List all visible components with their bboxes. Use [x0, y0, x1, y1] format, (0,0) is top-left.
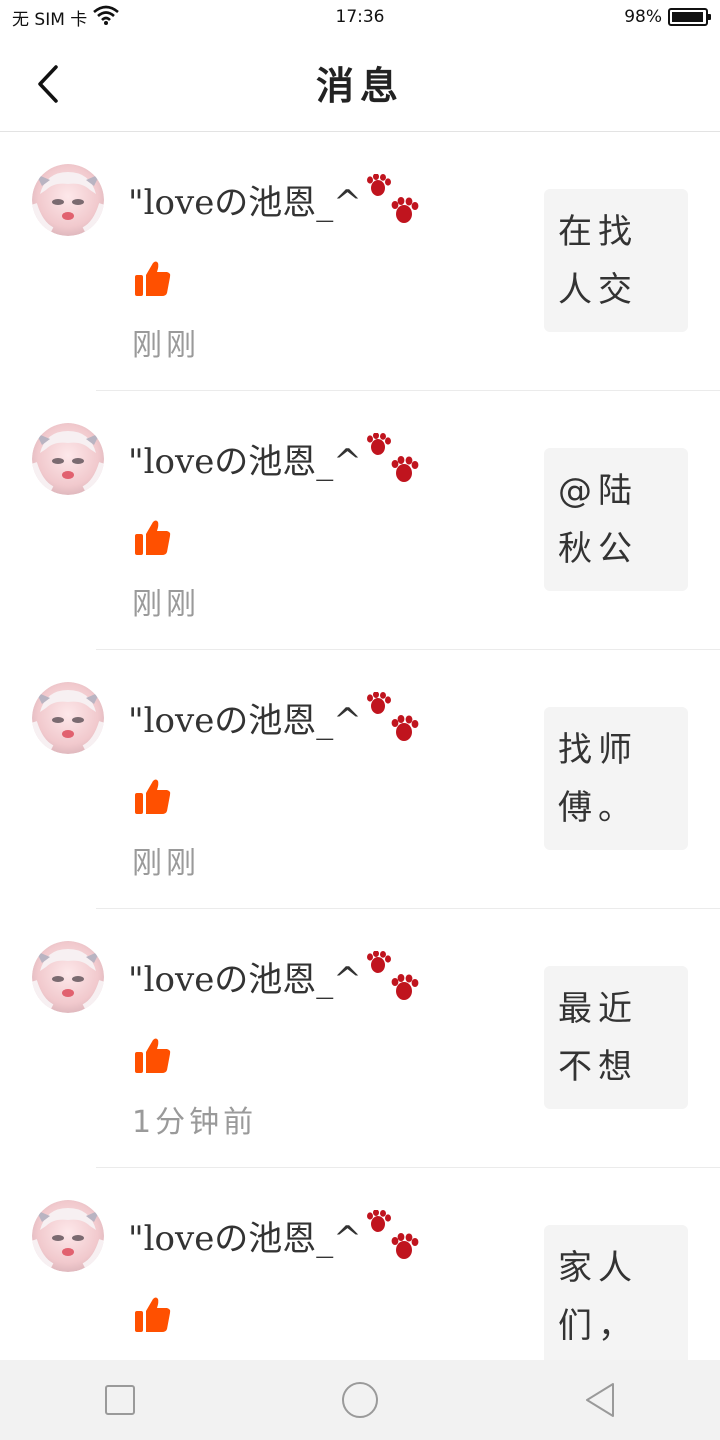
- page-title: 消息: [315, 64, 404, 108]
- avatar[interactable]: [32, 164, 104, 236]
- back-button[interactable]: [30, 64, 66, 104]
- thumbs-up-icon: [134, 778, 172, 816]
- username: "loveの池恩_^: [128, 182, 362, 223]
- username-row[interactable]: "loveの池恩_^: [128, 427, 422, 489]
- home-button[interactable]: [320, 1360, 400, 1440]
- square-icon: [105, 1385, 135, 1415]
- status-right: 98%: [624, 7, 711, 27]
- username-row[interactable]: "loveの池恩_^: [128, 168, 422, 230]
- thumbs-up-icon: [134, 519, 172, 557]
- paw-print-icon: [364, 1209, 422, 1266]
- message-time: 刚刚: [132, 587, 200, 622]
- avatar[interactable]: [32, 682, 104, 754]
- wifi-icon: [93, 5, 120, 30]
- circle-icon: [342, 1382, 378, 1418]
- battery-icon: [668, 8, 711, 26]
- post-preview[interactable]: 找师傅。: [544, 707, 688, 850]
- thumbs-up-icon: [134, 1037, 172, 1075]
- recent-apps-button[interactable]: [80, 1360, 160, 1440]
- post-preview[interactable]: 最近不想: [544, 966, 688, 1109]
- username: "loveの池恩_^: [128, 441, 362, 482]
- avatar[interactable]: [32, 423, 104, 495]
- username-row[interactable]: "loveの池恩_^: [128, 1204, 422, 1266]
- battery-fill: [672, 12, 704, 22]
- message-item[interactable]: "loveの池恩_^ 1分钟前 最近不想: [0, 909, 720, 1168]
- message-item[interactable]: "loveの池恩_^ 刚刚 @陆秋公: [0, 391, 720, 650]
- post-preview[interactable]: 在找人交: [544, 189, 688, 332]
- thumbs-up-icon: [134, 1296, 172, 1334]
- message-time: 1分钟前: [132, 1105, 258, 1140]
- battery-percent: 98%: [624, 7, 662, 27]
- username-row[interactable]: "loveの池恩_^: [128, 945, 422, 1007]
- system-back-button[interactable]: [560, 1360, 640, 1440]
- message-item[interactable]: "loveの池恩_^ 刚刚 找师傅。: [0, 650, 720, 909]
- message-item[interactable]: "loveの池恩_^ 刚刚 在找人交: [0, 132, 720, 391]
- paw-print-icon: [364, 432, 422, 489]
- post-preview[interactable]: @陆秋公: [544, 448, 688, 591]
- message-time: 刚刚: [132, 846, 200, 881]
- paw-print-icon: [364, 173, 422, 230]
- chevron-left-icon: [38, 65, 58, 103]
- avatar[interactable]: [32, 941, 104, 1013]
- message-list[interactable]: "loveの池恩_^ 刚刚 在找人交 "loveの池恩_^ 刚刚 @陆秋公 "l…: [0, 132, 720, 1360]
- system-nav-bar: [0, 1360, 720, 1440]
- avatar[interactable]: [32, 1200, 104, 1272]
- paw-print-icon: [364, 691, 422, 748]
- username: "loveの池恩_^: [128, 1218, 362, 1259]
- post-preview[interactable]: 家人们，: [544, 1225, 688, 1360]
- header: 消息: [0, 34, 720, 132]
- username-row[interactable]: "loveの池恩_^: [128, 686, 422, 748]
- carrier-text: 无 SIM 卡: [12, 9, 88, 30]
- paw-print-icon: [364, 950, 422, 1007]
- username: "loveの池恩_^: [128, 959, 362, 1000]
- status-bar: 无 SIM 卡 17:36 98%: [0, 0, 720, 34]
- thumbs-up-icon: [134, 260, 172, 298]
- username: "loveの池恩_^: [128, 700, 362, 741]
- message-time: 刚刚: [132, 328, 200, 363]
- status-left: 无 SIM 卡: [12, 5, 120, 30]
- triangle-back-icon: [586, 1383, 614, 1417]
- message-item[interactable]: "loveの池恩_^ 家人们，: [0, 1168, 720, 1360]
